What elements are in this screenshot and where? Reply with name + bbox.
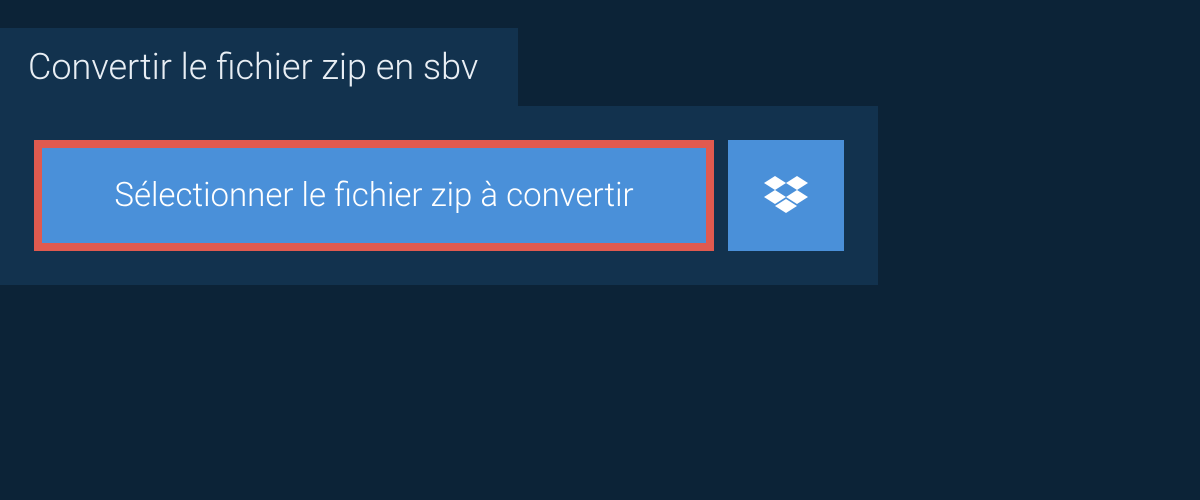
- tab-convert[interactable]: Convertir le fichier zip en sbv: [0, 28, 518, 106]
- tab-label: Convertir le fichier zip en sbv: [28, 46, 478, 88]
- dropbox-icon: [764, 176, 808, 216]
- select-file-label: Sélectionner le fichier zip à convertir: [114, 176, 633, 215]
- tab-bar: Convertir le fichier zip en sbv: [0, 0, 1200, 106]
- dropbox-button[interactable]: [728, 140, 844, 251]
- select-file-button[interactable]: Sélectionner le fichier zip à convertir: [34, 140, 714, 251]
- main-panel: Sélectionner le fichier zip à convertir: [0, 106, 878, 285]
- button-row: Sélectionner le fichier zip à convertir: [34, 140, 844, 251]
